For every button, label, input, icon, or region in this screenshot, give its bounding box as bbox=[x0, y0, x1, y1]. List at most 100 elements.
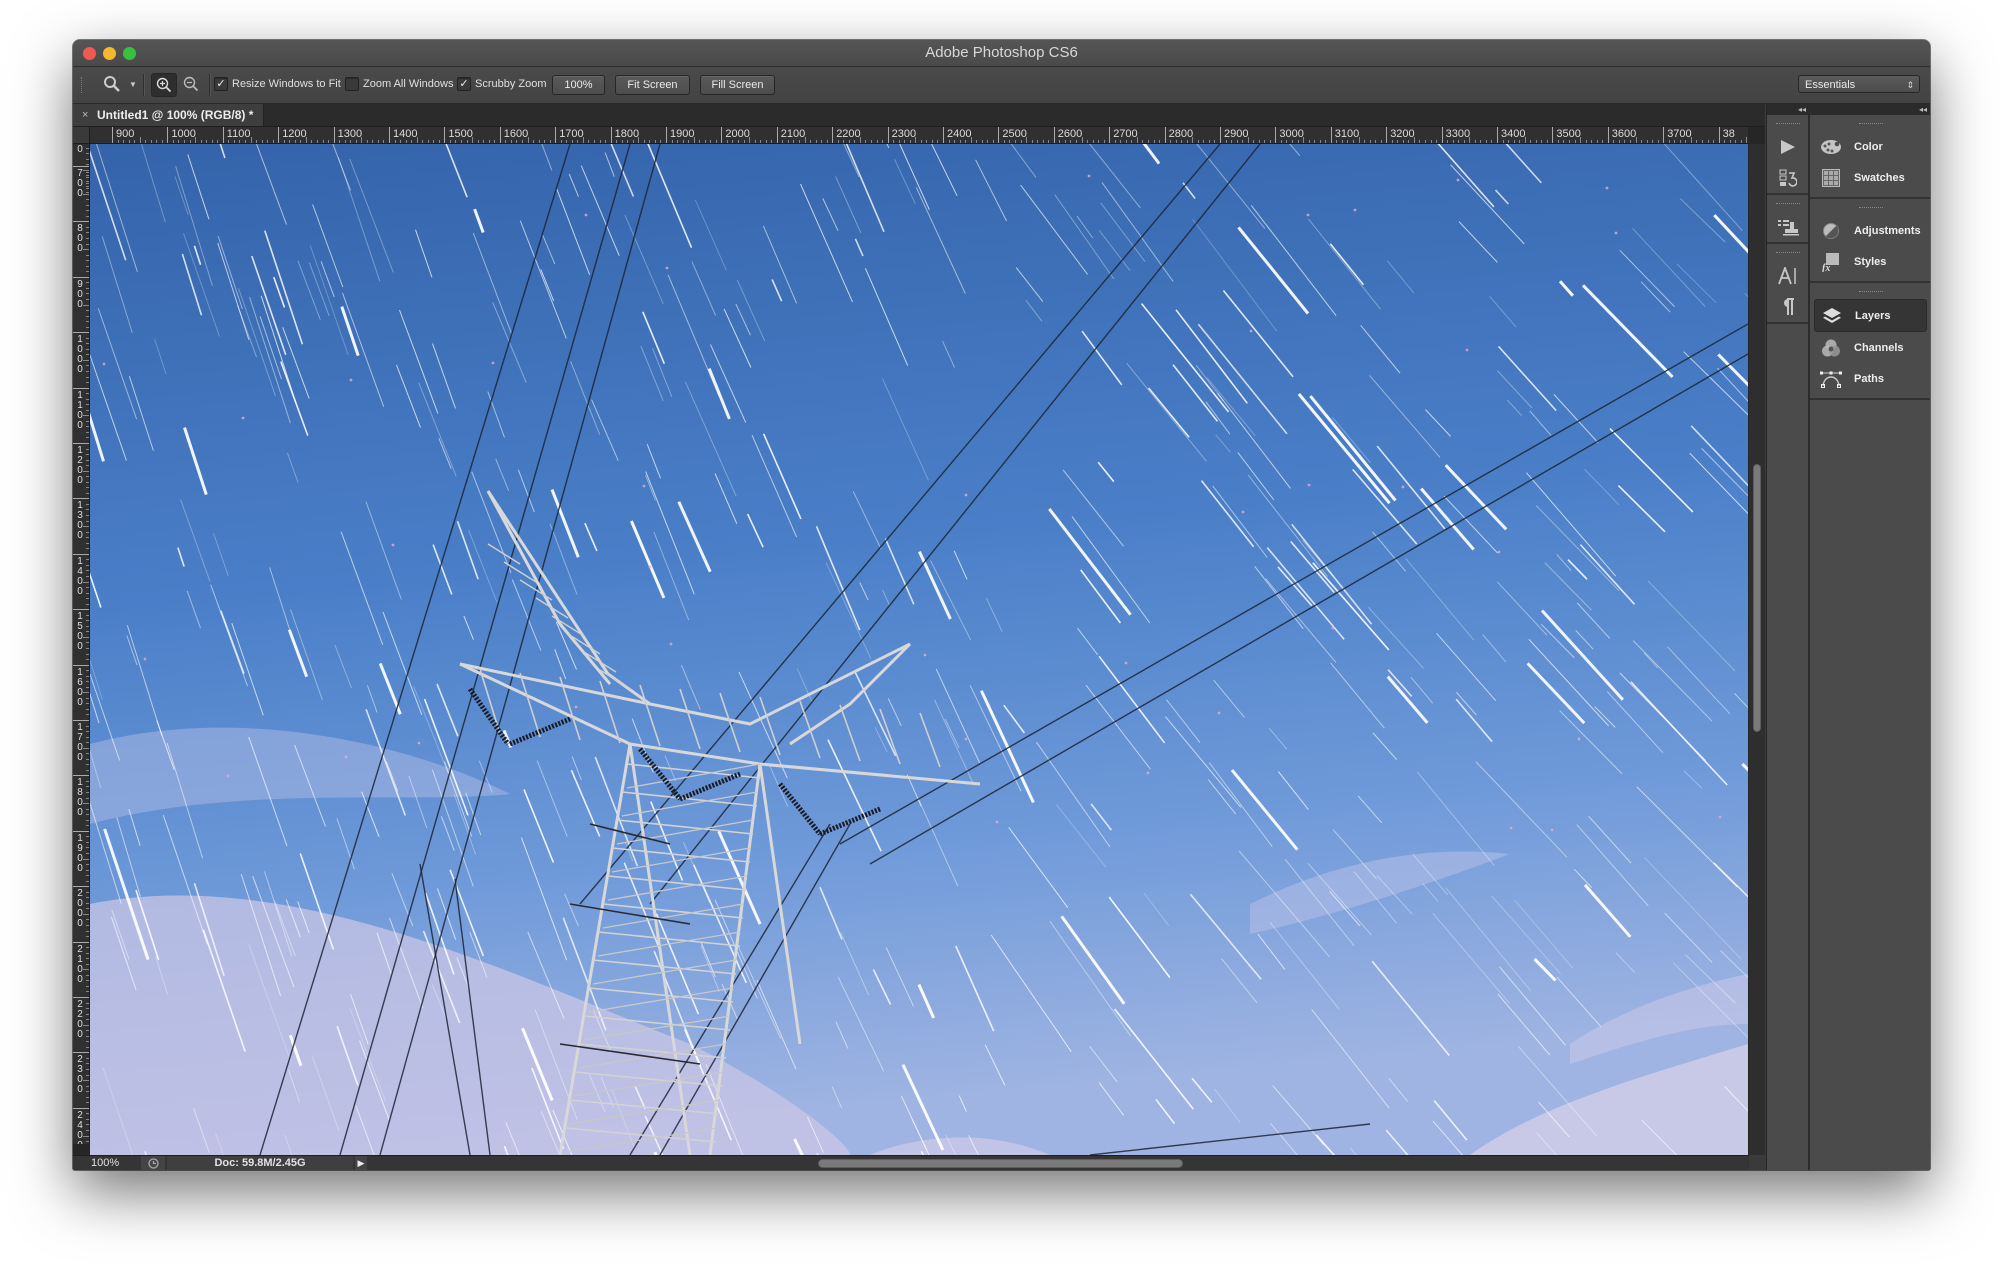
group-grip[interactable] bbox=[1775, 252, 1800, 256]
group-grip[interactable] bbox=[1858, 123, 1883, 127]
ruler-minor-tick bbox=[86, 786, 89, 788]
ruler-minor-tick bbox=[86, 947, 89, 949]
ruler-minor-tick bbox=[1369, 140, 1371, 143]
photo-star-trails-pylon bbox=[90, 144, 1748, 1155]
tool-preset-picker[interactable] bbox=[99, 73, 125, 95]
ruler-minor-tick bbox=[1613, 140, 1615, 143]
status-menu-arrow-icon[interactable]: ▶ bbox=[355, 1156, 367, 1170]
document-tab-bar: × Untitled1 @ 100% (RGB/8) * bbox=[73, 104, 1765, 127]
image-canvas[interactable] bbox=[90, 144, 1748, 1155]
character-icon bbox=[1777, 266, 1796, 284]
vertical-ruler[interactable]: 0 700 800 900 1000 1100 1200 1300 1400 1500 1600 17… bbox=[73, 144, 90, 1144]
character-panel-button[interactable] bbox=[1767, 260, 1808, 291]
status-bar: 100% Doc: 59.8M/2.45G ▶ bbox=[73, 1155, 1749, 1170]
dock-header: ◂◂ ◂◂ bbox=[1767, 104, 1930, 115]
adjustments-panel-button[interactable]: Adjustments bbox=[1814, 215, 1927, 246]
ruler-minor-tick bbox=[959, 140, 961, 143]
ruler-minor-tick bbox=[86, 647, 89, 649]
group-grip[interactable] bbox=[1858, 291, 1883, 295]
checkbox-unchecked-icon[interactable] bbox=[345, 77, 359, 91]
ruler-minor-tick bbox=[1264, 140, 1266, 143]
ruler-minor-tick bbox=[86, 437, 89, 439]
ruler-tick: 1000 bbox=[73, 332, 89, 375]
ruler-minor-tick bbox=[256, 140, 258, 143]
zoom-level-field[interactable]: 100% bbox=[91, 1157, 119, 1169]
ruler-minor-tick bbox=[948, 140, 950, 143]
styles-panel-button[interactable]: fx Styles bbox=[1814, 246, 1927, 277]
paragraph-panel-button[interactable] bbox=[1767, 291, 1808, 322]
zoom-all-windows-checkbox[interactable]: Zoom All Windows bbox=[345, 73, 453, 95]
ruler-minor-tick bbox=[86, 670, 89, 672]
group-grip[interactable] bbox=[1858, 207, 1883, 211]
panel-label: Channels bbox=[1854, 341, 1904, 354]
zoom-all-windows-label: Zoom All Windows bbox=[363, 78, 454, 90]
fill-screen-button[interactable]: Fill Screen bbox=[700, 75, 775, 95]
clone-source-panel-button[interactable] bbox=[1767, 211, 1808, 242]
actions-panel-button[interactable] bbox=[1767, 131, 1808, 162]
ruler-minor-tick bbox=[760, 140, 762, 143]
fit-screen-button[interactable]: Fit Screen bbox=[615, 75, 690, 95]
horizontal-ruler[interactable]: 900 1000 1100 1200 1300 1400 1500 1600 1700 1800 1… bbox=[90, 127, 1748, 144]
zoom-out-button[interactable] bbox=[179, 73, 203, 95]
ruler-label: 1700 bbox=[559, 128, 584, 140]
vertical-scrollbar[interactable] bbox=[1749, 144, 1765, 1155]
ruler-minor-tick bbox=[311, 140, 313, 143]
group-grip[interactable] bbox=[1775, 203, 1800, 207]
ruler-minor-tick bbox=[86, 836, 89, 838]
ruler-minor-tick bbox=[86, 542, 89, 544]
ruler-minor-tick bbox=[472, 137, 474, 143]
ruler-minor-tick bbox=[765, 140, 767, 143]
status-info-button[interactable] bbox=[141, 1156, 165, 1170]
ruler-minor-tick bbox=[86, 370, 89, 372]
star-dot bbox=[923, 653, 927, 657]
workspace-switcher[interactable]: Essentials ⇕ bbox=[1798, 75, 1920, 93]
ruler-label: 2300 bbox=[77, 1054, 83, 1096]
ruler-tick: 800 bbox=[73, 221, 89, 254]
ruler-minor-tick bbox=[1236, 140, 1238, 143]
group-grip[interactable] bbox=[1775, 123, 1800, 127]
color-panel-button[interactable]: Color bbox=[1814, 131, 1927, 162]
ruler-minor-tick bbox=[86, 625, 89, 627]
panel-label: Styles bbox=[1854, 255, 1887, 268]
history-panel-button[interactable] bbox=[1767, 162, 1808, 193]
minimize-window-button[interactable] bbox=[103, 47, 116, 60]
star-dot bbox=[102, 362, 106, 366]
scrubby-zoom-checkbox[interactable]: ✓ Scrubby Zoom bbox=[457, 73, 547, 95]
close-window-button[interactable] bbox=[83, 47, 96, 60]
collapse-panels-icon[interactable]: ◂◂ bbox=[1919, 104, 1927, 115]
scrubby-zoom-label: Scrubby Zoom bbox=[475, 78, 547, 90]
paths-panel-button[interactable]: Paths bbox=[1814, 363, 1927, 394]
ruler-minor-tick bbox=[86, 736, 89, 738]
star-dot bbox=[226, 774, 230, 778]
ruler-minor-tick bbox=[316, 140, 318, 143]
collapse-icons-icon[interactable]: ◂◂ bbox=[1798, 104, 1806, 115]
close-tab-icon[interactable]: × bbox=[82, 104, 88, 126]
maximize-window-button[interactable] bbox=[123, 47, 136, 60]
chevron-down-icon[interactable]: ▼ bbox=[129, 73, 137, 95]
ruler-label: 3400 bbox=[1501, 128, 1526, 140]
horizontal-scroll-thumb[interactable] bbox=[818, 1159, 1183, 1168]
ruler-label: 2100 bbox=[780, 128, 806, 140]
ruler-minor-tick bbox=[156, 140, 158, 143]
star-dot bbox=[1401, 485, 1405, 489]
vertical-scroll-thumb[interactable] bbox=[1753, 464, 1761, 732]
swatches-panel-button[interactable]: Swatches bbox=[1814, 162, 1927, 193]
ruler-label: 1000 bbox=[77, 334, 83, 376]
ruler-minor-tick bbox=[1569, 140, 1571, 143]
ruler-minor-tick bbox=[86, 1013, 89, 1015]
resize-windows-checkbox[interactable]: ✓ Resize Windows to Fit bbox=[214, 73, 341, 95]
checkbox-checked-icon[interactable]: ✓ bbox=[457, 77, 471, 91]
zoom-in-button[interactable] bbox=[151, 73, 177, 97]
ruler-origin[interactable] bbox=[73, 127, 90, 144]
ruler-minor-tick bbox=[992, 140, 994, 143]
layers-panel-button[interactable]: Layers bbox=[1814, 299, 1927, 332]
document-tab[interactable]: × Untitled1 @ 100% (RGB/8) * bbox=[73, 104, 264, 126]
ruler-label: 1300 bbox=[337, 128, 363, 140]
channels-panel-button[interactable]: Channels bbox=[1814, 332, 1927, 363]
actual-pixels-button[interactable]: 100% bbox=[552, 75, 605, 95]
ruler-minor-tick bbox=[86, 515, 89, 517]
checkbox-checked-icon[interactable]: ✓ bbox=[214, 77, 228, 91]
ruler-minor-tick bbox=[1153, 140, 1155, 143]
options-bar-grip[interactable] bbox=[81, 77, 84, 93]
ruler-minor-tick bbox=[86, 559, 89, 561]
